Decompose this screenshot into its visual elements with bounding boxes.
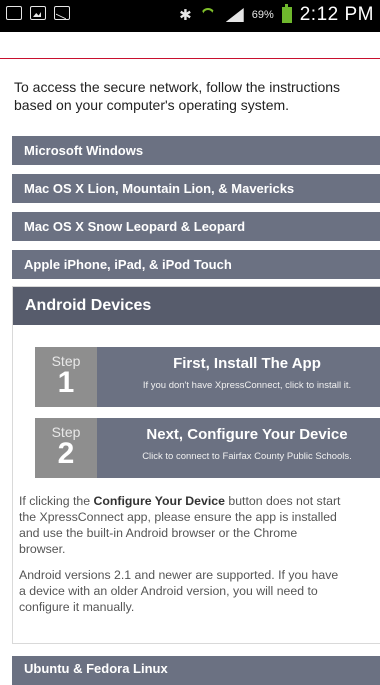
accordion-windows[interactable]: Microsoft Windows bbox=[12, 136, 380, 165]
status-left-icons bbox=[6, 6, 70, 20]
battery-percent: 69% bbox=[251, 9, 274, 21]
image-icon bbox=[30, 6, 46, 20]
accordion-mac-snow-leopard[interactable]: Mac OS X Snow Leopard & Leopard bbox=[12, 212, 380, 241]
step-2-number: 2 bbox=[57, 437, 75, 470]
help-paragraph-1: If clicking the Configure Your Device bu… bbox=[19, 493, 380, 557]
bluetooth-icon: ✱ bbox=[179, 6, 192, 24]
step-2-button[interactable]: Step 2 Next, Configure Your Device Click… bbox=[35, 418, 380, 478]
header-divider bbox=[0, 58, 380, 59]
battery-icon bbox=[281, 4, 292, 23]
android-section: Android Devices Step 1 First, Install Th… bbox=[12, 286, 380, 644]
help-paragraph-2: Android versions 2.1 and newer are suppo… bbox=[19, 567, 380, 615]
step-1-title: First, Install The App bbox=[173, 355, 321, 372]
accordion-mac-lion[interactable]: Mac OS X Lion, Mountain Lion, & Maverick… bbox=[12, 174, 380, 203]
help-text-pre: If clicking the bbox=[19, 494, 94, 508]
intro-line-1: To access the secure network, follow the… bbox=[14, 79, 341, 95]
step-1-button[interactable]: Step 1 First, Install The App If you don… bbox=[35, 347, 380, 407]
accordion-android[interactable]: Android Devices bbox=[13, 287, 380, 325]
step-1-number: 1 bbox=[57, 366, 75, 399]
step-2-badge: Step 2 bbox=[35, 418, 97, 478]
mail-icon bbox=[54, 6, 70, 20]
step-2-subtitle: Click to connect to Fairfax County Publi… bbox=[142, 451, 352, 462]
help-text-bold: Configure Your Device bbox=[93, 494, 225, 508]
usb-icon bbox=[6, 6, 22, 20]
step-1-subtitle: If you don't have XpressConnect, click t… bbox=[142, 380, 352, 391]
help-paragraph-1-line-3: and use the built-in Android browser or … bbox=[19, 526, 298, 540]
intro-line-2: based on your computer's operating syste… bbox=[14, 97, 290, 113]
help-paragraph-2-line-1: Android versions 2.1 and newer are suppo… bbox=[19, 568, 339, 582]
status-bar: ✱ 69% 2:12 PM bbox=[0, 0, 380, 32]
help-paragraph-1-line-1: If clicking the Configure Your Device bu… bbox=[19, 493, 380, 509]
intro-text: To access the secure network, follow the… bbox=[14, 78, 380, 114]
help-paragraph-1-line-4: browser. bbox=[19, 542, 66, 556]
clock: 2:12 PM bbox=[299, 4, 374, 25]
help-paragraph-2-line-3: configure it manually. bbox=[19, 600, 135, 614]
signal-icon bbox=[225, 8, 244, 22]
step-1-badge: Step 1 bbox=[35, 347, 97, 407]
help-paragraph-1-line-2: the XpressConnect app, please ensure the… bbox=[19, 510, 337, 524]
step-2-title: Next, Configure Your Device bbox=[146, 426, 348, 443]
status-right-icons: ✱ 69% 2:12 PM bbox=[179, 4, 374, 26]
help-paragraph-2-line-2: a device with an older Android version, … bbox=[19, 584, 318, 598]
help-text-post: button does not start bbox=[224, 494, 341, 508]
wifi-icon bbox=[200, 8, 218, 22]
accordion-apple-ios[interactable]: Apple iPhone, iPad, & iPod Touch bbox=[12, 250, 380, 279]
